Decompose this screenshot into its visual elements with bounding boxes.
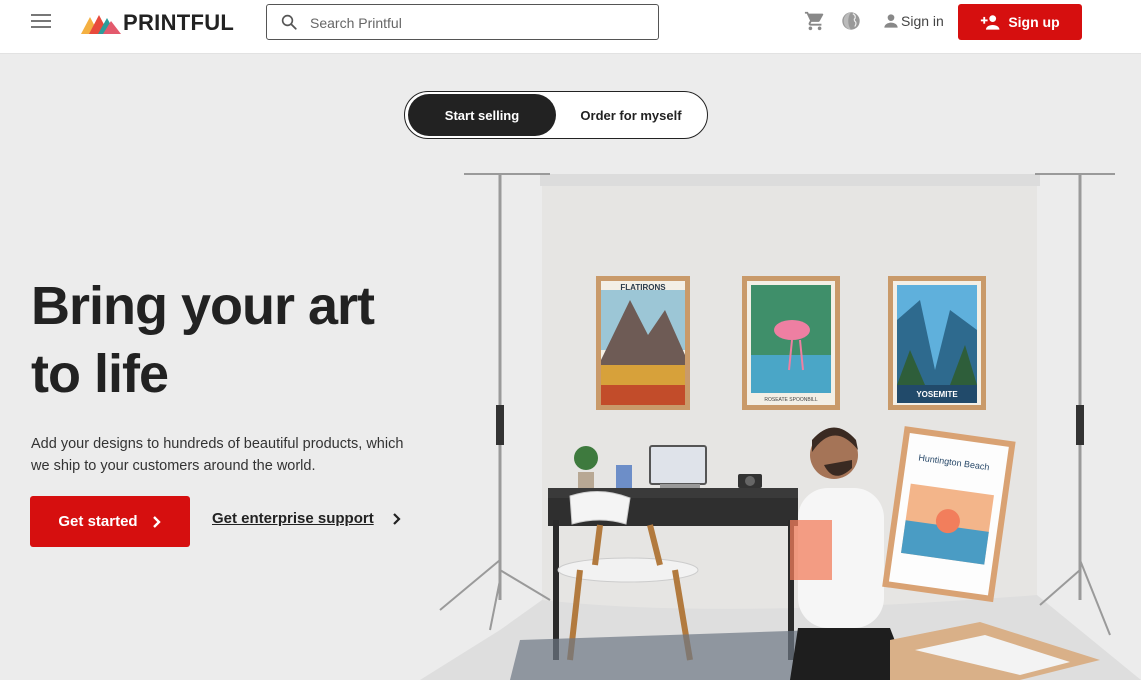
poster-flatirons: FLATIRONS xyxy=(596,276,690,410)
cart-icon[interactable] xyxy=(804,10,826,32)
person-add-icon xyxy=(981,15,1000,30)
hero-photo: FLATIRONS ROSEATE SPOONBILL YOSEMITE Hun… xyxy=(420,173,1141,680)
sign-up-label: Sign up xyxy=(1008,14,1060,30)
poster-yosemite: YOSEMITE xyxy=(888,276,986,410)
hero-description: Add your designs to hundreds of beautifu… xyxy=(31,436,404,474)
light-stand-right xyxy=(1035,173,1115,636)
hero-title-line-2: to life xyxy=(31,344,169,404)
menu-icon[interactable] xyxy=(31,12,51,30)
audience-toggle: Start selling Order for myself xyxy=(404,91,708,139)
sign-in-link[interactable]: Sign in xyxy=(881,10,944,32)
person-icon xyxy=(884,14,898,28)
poster-spoonbill-caption: ROSEATE SPOONBILL xyxy=(764,397,817,403)
sign-in-label: Sign in xyxy=(901,13,944,29)
poster-yosemite-title: YOSEMITE xyxy=(916,390,958,399)
light-stand-left xyxy=(439,173,551,631)
photo-backdrop xyxy=(420,174,1141,680)
site-header: PRINTFUL Sign in Sign up xyxy=(0,0,1141,54)
tab-start-selling[interactable]: Start selling xyxy=(408,94,556,136)
globe-icon[interactable] xyxy=(840,10,862,32)
printful-logo[interactable]: PRINTFUL xyxy=(81,10,235,35)
hero-title-line-1: Bring your art xyxy=(31,276,375,336)
tab-order-for-myself[interactable]: Order for myself xyxy=(559,94,703,136)
enterprise-support-label: Get enterprise support xyxy=(212,510,374,527)
hero-title: Bring your art to life xyxy=(31,272,431,408)
poster-huntington-beach: Huntington Beach xyxy=(882,426,1016,603)
get-started-label: Get started xyxy=(58,513,138,530)
get-started-button[interactable]: Get started xyxy=(30,496,190,547)
chevron-right-icon xyxy=(392,512,401,525)
search-bar[interactable] xyxy=(266,4,659,40)
poster-flatirons-title: FLATIRONS xyxy=(620,283,666,292)
sign-up-button[interactable]: Sign up xyxy=(958,4,1082,40)
poster-spoonbill: ROSEATE SPOONBILL xyxy=(742,276,840,410)
enterprise-support-link[interactable]: Get enterprise support xyxy=(212,510,402,527)
brand-name: PRINTFUL xyxy=(123,10,235,35)
search-input[interactable] xyxy=(310,13,640,33)
logo-mark-icon xyxy=(81,15,121,34)
search-icon xyxy=(281,14,297,30)
chevron-right-icon xyxy=(152,515,161,528)
